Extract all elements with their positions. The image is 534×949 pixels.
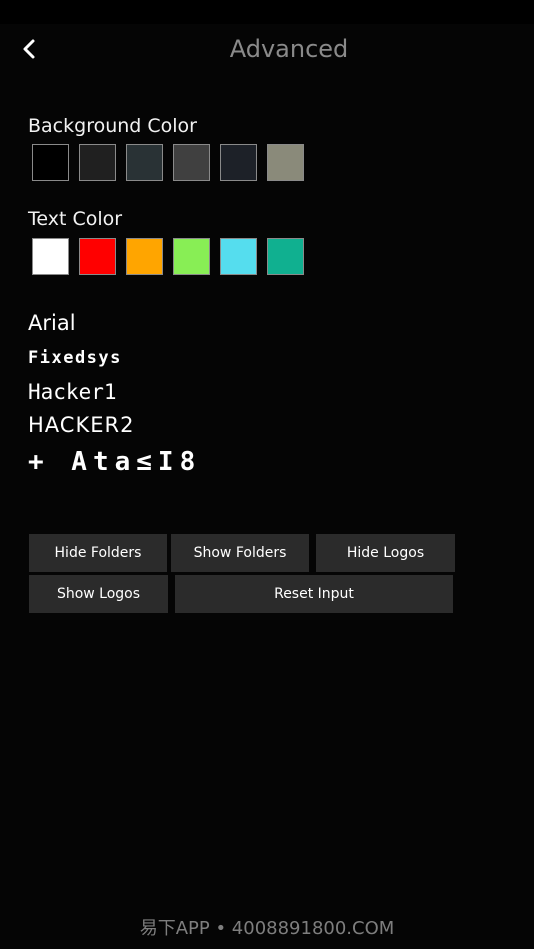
- bg-swatch-black[interactable]: [32, 144, 69, 181]
- text-swatch-red[interactable]: [79, 238, 116, 275]
- page-title: Advanced: [229, 35, 349, 63]
- bg-swatch-navy[interactable]: [220, 144, 257, 181]
- reset-input-button[interactable]: Reset Input: [175, 575, 453, 613]
- font-option-fixedsys[interactable]: Fixedsys: [28, 348, 122, 368]
- bg-swatch-slate[interactable]: [126, 144, 163, 181]
- text-swatch-teal[interactable]: [267, 238, 304, 275]
- font-option-hacker1[interactable]: Hacker1: [28, 380, 117, 404]
- bg-swatch-gray[interactable]: [173, 144, 210, 181]
- font-option-arial[interactable]: Arial: [28, 311, 76, 335]
- hide-logos-button[interactable]: Hide Logos: [316, 534, 455, 572]
- font-option-hacker2[interactable]: HACKER2: [28, 413, 134, 437]
- show-folders-button[interactable]: Show Folders: [171, 534, 309, 572]
- bg-swatch-dark-gray[interactable]: [79, 144, 116, 181]
- font-option-alien[interactable]: + Ata≤I8: [28, 447, 201, 477]
- hide-folders-button[interactable]: Hide Folders: [29, 534, 167, 572]
- text-swatch-green[interactable]: [173, 238, 210, 275]
- text-swatch-orange[interactable]: [126, 238, 163, 275]
- status-bar: [0, 0, 534, 24]
- bg-swatch-khaki[interactable]: [267, 144, 304, 181]
- text-color-swatches: [32, 238, 304, 275]
- background-color-swatches: [32, 144, 304, 181]
- text-swatch-cyan[interactable]: [220, 238, 257, 275]
- advanced-screen: Advanced Background Color Text Color Ari…: [0, 0, 534, 949]
- footer-watermark: 易下APP • 4008891800.COM: [139, 918, 395, 939]
- background-color-label: Background Color: [28, 115, 197, 137]
- show-logos-button[interactable]: Show Logos: [29, 575, 168, 613]
- text-color-label: Text Color: [28, 208, 123, 230]
- text-swatch-white[interactable]: [32, 238, 69, 275]
